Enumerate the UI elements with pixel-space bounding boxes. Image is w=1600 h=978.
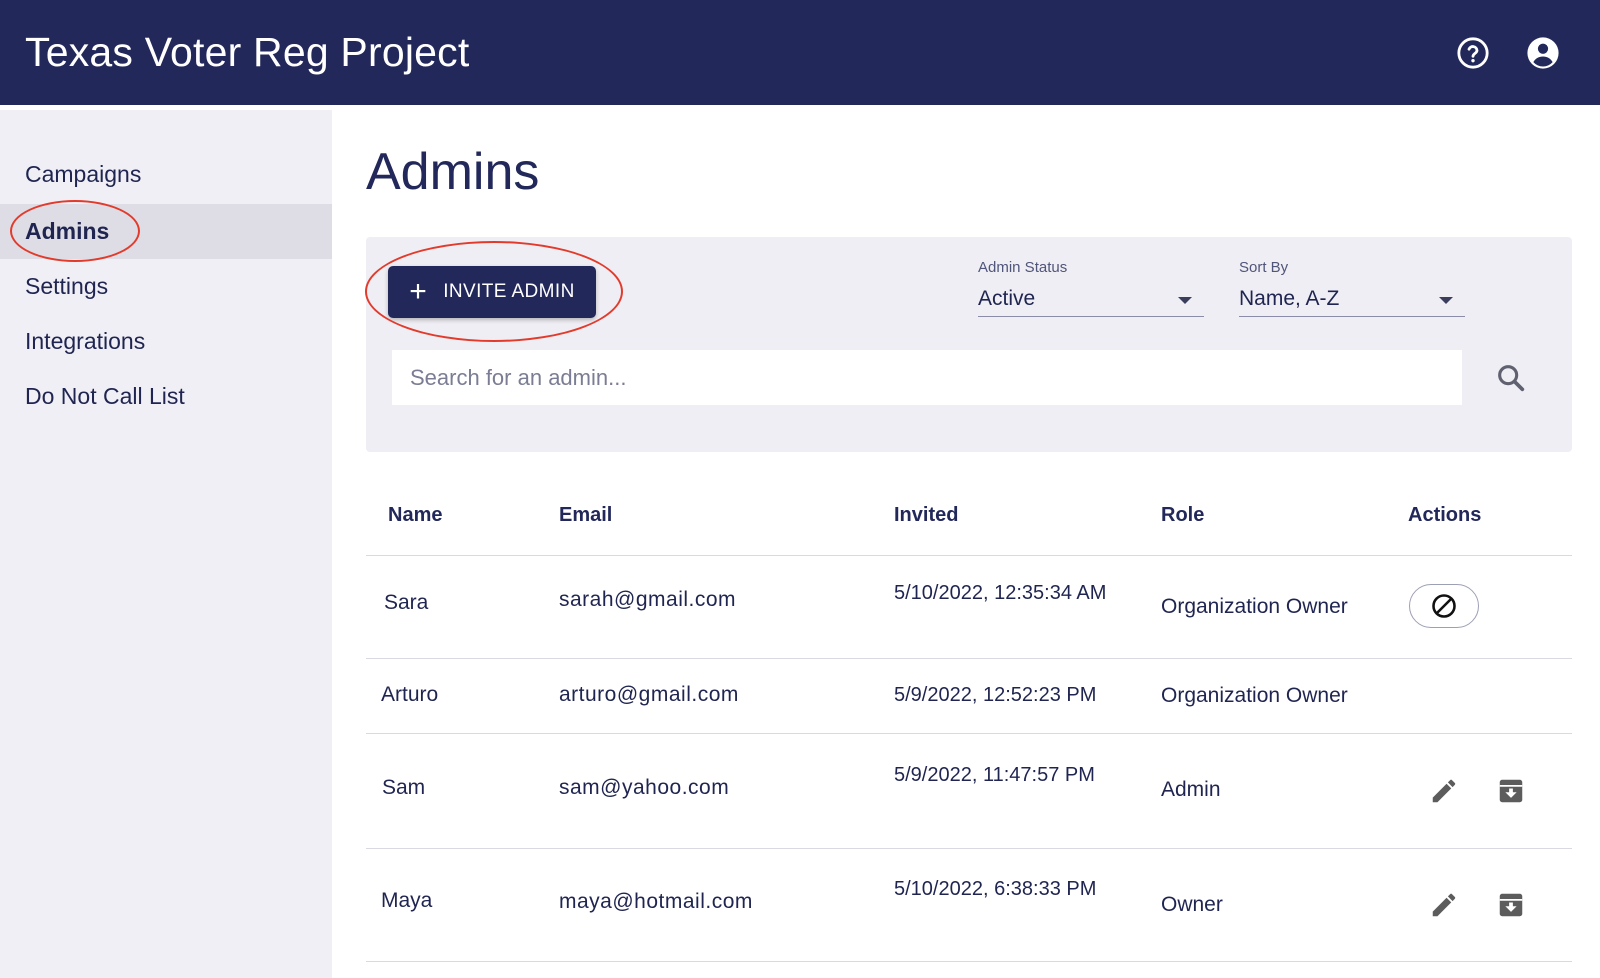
block-button[interactable] bbox=[1409, 584, 1479, 628]
cell-name: Maya bbox=[381, 889, 433, 912]
sidebar-item-label: Integrations bbox=[25, 328, 146, 354]
account-circle-icon[interactable] bbox=[1526, 36, 1560, 70]
admin-status-value: Active bbox=[978, 287, 1036, 310]
archive-button[interactable] bbox=[1495, 775, 1527, 807]
cell-invited: 5/9/2022, 11:47:57 PM bbox=[894, 764, 1095, 786]
header-actions bbox=[1456, 36, 1560, 70]
column-header-invited: Invited bbox=[894, 504, 959, 526]
sidebar-item-label: Admins bbox=[25, 218, 110, 244]
edit-button[interactable] bbox=[1428, 889, 1460, 921]
app-header: Texas Voter Reg Project bbox=[0, 0, 1600, 105]
cell-invited: 5/10/2022, 6:38:33 PM bbox=[894, 878, 1097, 900]
invite-admin-label: INVITE ADMIN bbox=[443, 281, 575, 302]
sidebar-item-settings[interactable]: Settings bbox=[0, 259, 332, 314]
table-row: Sam sam@yahoo.com 5/9/2022, 11:47:57 PM … bbox=[366, 734, 1572, 849]
app-title: Texas Voter Reg Project bbox=[25, 29, 470, 75]
cell-role: Admin bbox=[1161, 778, 1221, 801]
admin-status-select[interactable]: Admin Status Active bbox=[978, 259, 1204, 319]
table-row: Sara sarah@gmail.com 5/10/2022, 12:35:34… bbox=[366, 556, 1572, 659]
table-row: Arturo arturo@gmail.com 5/9/2022, 12:52:… bbox=[366, 659, 1572, 734]
plus-icon: + bbox=[409, 275, 428, 308]
sort-by-value-wrap[interactable]: Name, A-Z bbox=[1239, 287, 1465, 317]
column-header-name: Name bbox=[388, 504, 443, 526]
column-header-role: Role bbox=[1161, 504, 1205, 526]
sort-by-label: Sort By bbox=[1239, 259, 1289, 276]
column-header-email: Email bbox=[559, 504, 613, 526]
sidebar-item-do-not-call-list[interactable]: Do Not Call List bbox=[0, 369, 332, 424]
help-circle-icon[interactable] bbox=[1456, 36, 1490, 70]
cell-email: sam@yahoo.com bbox=[559, 776, 730, 799]
cell-name: Sam bbox=[382, 776, 426, 799]
admin-status-value-wrap[interactable]: Active bbox=[978, 287, 1204, 317]
cell-email: maya@hotmail.com bbox=[559, 890, 753, 913]
table-row: Maya maya@hotmail.com 5/10/2022, 6:38:33… bbox=[366, 849, 1572, 962]
chevron-down-icon bbox=[1439, 297, 1453, 304]
cell-invited: 5/10/2022, 12:35:34 AM bbox=[894, 582, 1107, 604]
sidebar-item-campaigns[interactable]: Campaigns bbox=[0, 147, 332, 202]
chevron-down-icon bbox=[1178, 297, 1192, 304]
invite-admin-button[interactable]: + INVITE ADMIN bbox=[388, 266, 596, 318]
cell-role: Organization Owner bbox=[1161, 595, 1348, 618]
admins-table: Name Email Invited Role Actions Sara sar… bbox=[366, 470, 1572, 962]
sidebar: Campaigns Admins Settings Integrations D… bbox=[0, 110, 332, 978]
block-icon bbox=[1432, 594, 1456, 618]
cell-role: Owner bbox=[1161, 893, 1223, 916]
cell-email: arturo@gmail.com bbox=[559, 683, 739, 706]
archive-icon bbox=[1499, 779, 1523, 803]
admin-status-label: Admin Status bbox=[978, 259, 1068, 276]
archive-icon bbox=[1499, 893, 1523, 917]
cell-role: Organization Owner bbox=[1161, 684, 1348, 707]
cell-name: Sara bbox=[384, 591, 429, 614]
search-icon[interactable] bbox=[1494, 361, 1528, 395]
sidebar-item-label: Settings bbox=[25, 273, 109, 299]
search-input[interactable] bbox=[392, 350, 1462, 405]
page-title: Admins bbox=[366, 143, 540, 201]
cell-invited: 5/9/2022, 12:52:23 PM bbox=[894, 684, 1097, 706]
sidebar-item-integrations[interactable]: Integrations bbox=[0, 314, 332, 369]
sort-by-value: Name, A-Z bbox=[1239, 287, 1340, 310]
pencil-icon bbox=[1432, 779, 1456, 803]
table-header: Name Email Invited Role Actions bbox=[366, 470, 1572, 556]
edit-button[interactable] bbox=[1428, 775, 1460, 807]
archive-button[interactable] bbox=[1495, 889, 1527, 921]
column-header-actions: Actions bbox=[1408, 504, 1482, 526]
sidebar-item-label: Campaigns bbox=[25, 161, 142, 187]
sort-by-select[interactable]: Sort By Name, A-Z bbox=[1239, 259, 1465, 319]
sidebar-item-admins[interactable]: Admins bbox=[0, 204, 332, 259]
sidebar-item-label: Do Not Call List bbox=[25, 383, 185, 409]
filter-panel: + INVITE ADMIN Admin Status Active Sort … bbox=[365, 237, 1572, 452]
cell-email: sarah@gmail.com bbox=[559, 588, 737, 611]
cell-name: Arturo bbox=[381, 683, 439, 706]
pencil-icon bbox=[1432, 893, 1456, 917]
